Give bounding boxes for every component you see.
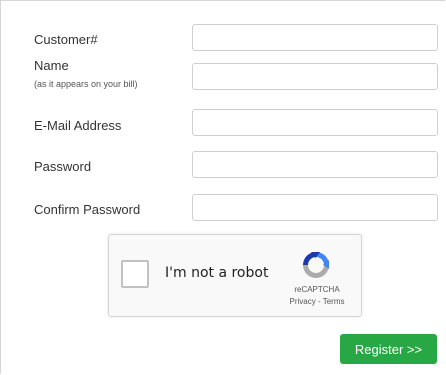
name-label: Name [34, 58, 69, 73]
confirm-password-label: Confirm Password [34, 202, 141, 217]
recaptcha-link-separator: - [315, 297, 323, 306]
recaptcha-logo-icon [303, 252, 329, 278]
recaptcha-checkbox[interactable] [121, 260, 149, 288]
confirm-password-input[interactable] [192, 194, 438, 221]
name-sublabel: (as it appears on your bill) [34, 79, 138, 89]
recaptcha-links: Privacy - Terms [279, 297, 355, 306]
customer-number-input[interactable] [192, 24, 438, 51]
registration-form: Customer# Name (as it appears on your bi… [0, 0, 445, 374]
recaptcha-privacy-link[interactable]: Privacy [290, 297, 316, 306]
recaptcha-terms-link[interactable]: Terms [323, 297, 345, 306]
email-input[interactable] [192, 109, 438, 136]
recaptcha-checkbox-label: I'm not a robot [165, 265, 269, 281]
password-label: Password [34, 159, 92, 174]
recaptcha-widget: I'm not a robot reCAPTCHA Privacy - Term… [108, 234, 362, 317]
customer-number-label: Customer# [34, 32, 98, 47]
email-label: E-Mail Address [34, 118, 122, 133]
password-input[interactable] [192, 151, 438, 178]
register-button[interactable]: Register >> [340, 334, 437, 364]
name-input[interactable] [192, 63, 438, 90]
recaptcha-brand: reCAPTCHA [294, 285, 340, 294]
